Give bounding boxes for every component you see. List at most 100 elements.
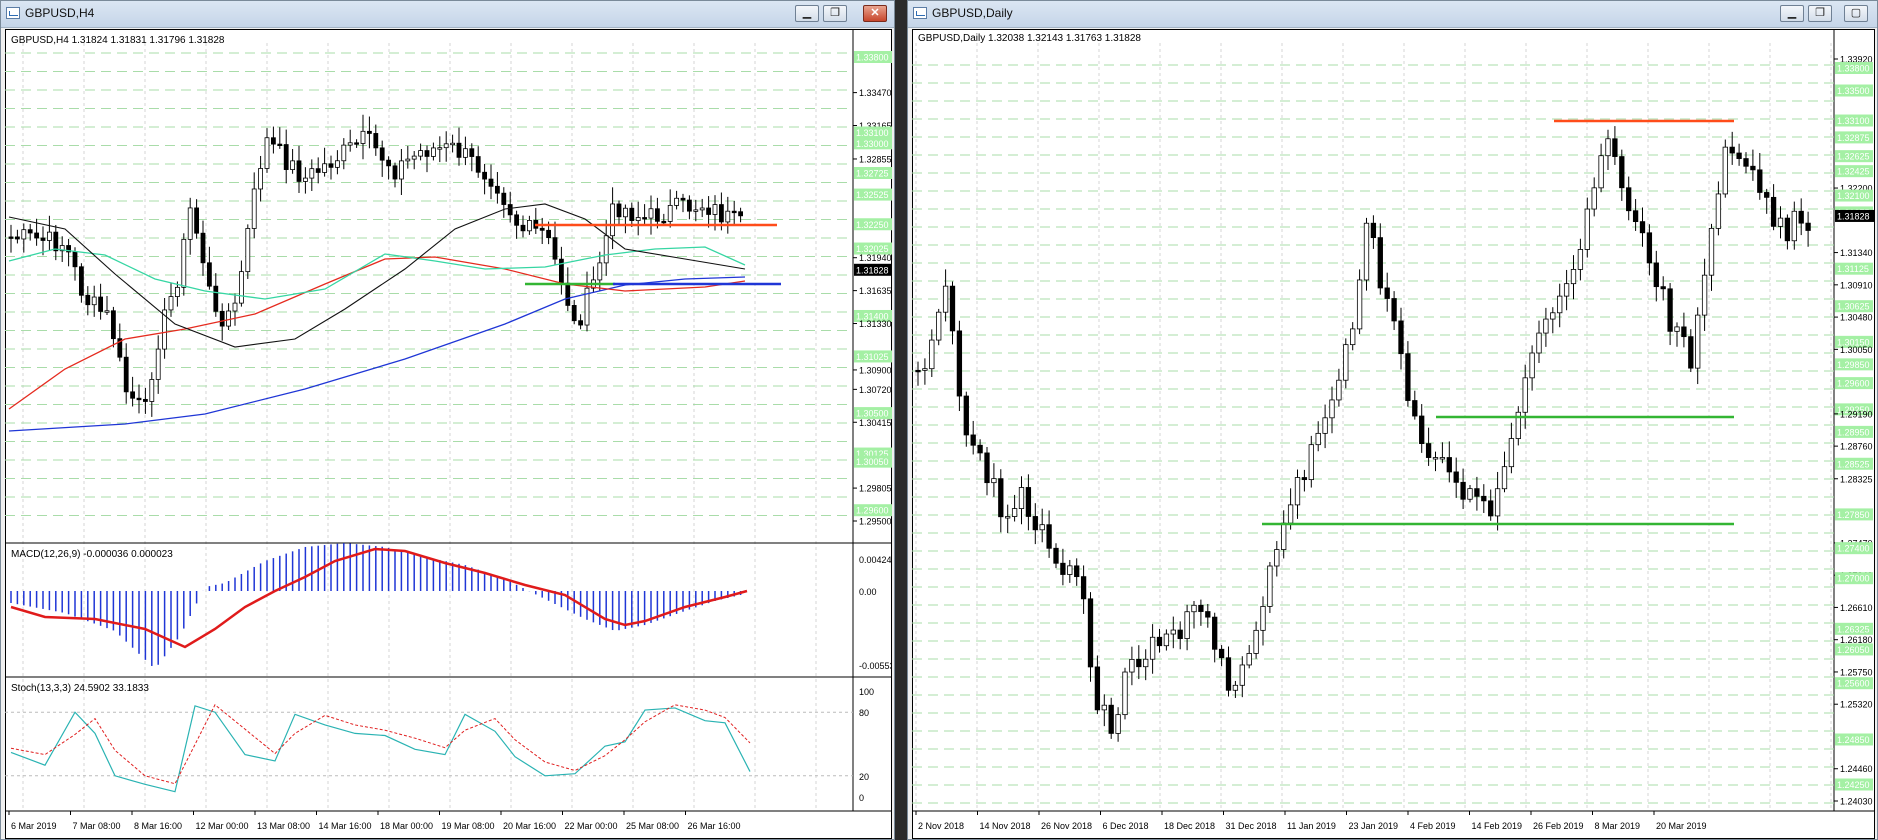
- daily-candle: [1632, 210, 1639, 223]
- h4-candle: [494, 185, 500, 194]
- daily-candle: [1522, 377, 1528, 413]
- daily-time-label: 18 Dec 2018: [1164, 821, 1215, 831]
- daily-candle: [1701, 274, 1708, 316]
- daily-candle: [1239, 664, 1245, 686]
- daily-price-label: 1.28950: [1837, 427, 1870, 437]
- h4-candle: [430, 147, 436, 157]
- daily-candle: [1639, 221, 1646, 234]
- h4-candle: [8, 236, 14, 239]
- h4-time-label: 25 Mar 08:00: [626, 821, 679, 831]
- daily-candle: [1205, 611, 1211, 618]
- h4-candle: [674, 197, 679, 206]
- daily-time-label: 26 Feb 2019: [1533, 821, 1584, 831]
- daily-candle: [1488, 500, 1494, 517]
- daily-price-label: 1.24460: [1840, 764, 1873, 774]
- h4-chart-window[interactable]: GBPUSD,H4 ▁ ❐ ✕ GBPUSD,H4 1.31824 1.3183…: [0, 0, 895, 840]
- h4-candle: [475, 156, 481, 173]
- daily-candle: [1039, 524, 1045, 531]
- h4-chart-header: GBPUSD,H4 1.31824 1.31831 1.31796 1.3182…: [11, 35, 225, 46]
- h4-candle: [469, 148, 475, 157]
- daily-candle: [1115, 714, 1121, 734]
- daily-candle: [1612, 138, 1618, 157]
- h4-time-label: 13 Mar 08:00: [257, 821, 310, 831]
- h4-candle: [322, 163, 328, 173]
- daily-candle: [998, 478, 1004, 518]
- daily-time-label: 26 Nov 2018: [1041, 821, 1092, 831]
- daily-candle: [1784, 217, 1791, 242]
- daily-chart-canvas[interactable]: GBPUSD,Daily 1.32038 1.32143 1.31763 1.3…: [912, 29, 1875, 839]
- daily-price-label: 1.29190: [1840, 409, 1873, 419]
- daily-candle: [1715, 193, 1722, 229]
- daily-chart-area[interactable]: GBPUSD,Daily 1.32038 1.32143 1.31763 1.3…: [912, 29, 1875, 839]
- daily-candle: [1370, 222, 1377, 239]
- daily-candle: [1287, 504, 1294, 524]
- daily-candle: [1274, 549, 1280, 567]
- daily-candle: [1543, 318, 1549, 334]
- maximize-button[interactable]: ▢: [1844, 5, 1868, 22]
- daily-candle: [1225, 657, 1232, 691]
- restore-button[interactable]: ❐: [823, 5, 847, 22]
- h4-candle: [130, 391, 135, 399]
- h4-candle: [405, 158, 411, 162]
- h4-chart-area[interactable]: GBPUSD,H4 1.31824 1.31831 1.31796 1.3182…: [5, 29, 892, 839]
- h4-candle: [597, 262, 603, 281]
- h4-candle: [347, 142, 353, 146]
- daily-price-label: 1.28760: [1840, 442, 1873, 452]
- h4-candle: [85, 294, 91, 306]
- h4-candle: [14, 236, 20, 240]
- h4-candle: [219, 310, 225, 327]
- h4-candle: [488, 178, 494, 187]
- h4-window-title: GBPUSD,H4: [25, 6, 95, 20]
- minimize-button[interactable]: ▁: [1780, 5, 1804, 22]
- h4-candle: [616, 203, 622, 218]
- macd-label-bottom: -0.005533: [859, 661, 892, 671]
- h4-candle: [392, 165, 398, 180]
- daily-candle: [1432, 457, 1439, 460]
- daily-price-label: 1.32625: [1837, 152, 1870, 162]
- h4-candle: [270, 137, 276, 145]
- h4-candle: [398, 160, 404, 180]
- daily-window-titlebar[interactable]: GBPUSD,Daily ▁ ❐ ▢: [908, 1, 1877, 28]
- daily-price-label: 1.26325: [1837, 624, 1870, 634]
- h4-candle: [149, 379, 155, 402]
- h4-candle: [462, 148, 468, 158]
- daily-price-label: 1.24030: [1840, 797, 1873, 807]
- h4-chart-canvas[interactable]: GBPUSD,H4 1.31824 1.31831 1.31796 1.3182…: [5, 29, 892, 839]
- daily-candle: [1805, 222, 1811, 231]
- h4-candle: [559, 258, 564, 284]
- daily-candle: [1777, 217, 1784, 227]
- h4-candle: [411, 155, 417, 160]
- h4-candle: [194, 207, 200, 234]
- daily-candle: [1129, 658, 1135, 673]
- daily-candle: [1570, 268, 1577, 285]
- h4-candle: [610, 203, 615, 237]
- h4-candle: [623, 207, 628, 218]
- daily-window-title: GBPUSD,Daily: [932, 6, 1013, 20]
- h4-candle: [277, 143, 283, 147]
- daily-candle: [1136, 658, 1142, 668]
- daily-price-label: 1.25750: [1840, 667, 1873, 677]
- h4-candle: [283, 144, 289, 170]
- h4-candle: [200, 232, 206, 264]
- restore-button[interactable]: ❐: [1808, 5, 1832, 22]
- daily-price-label: 1.25600: [1837, 679, 1870, 689]
- daily-candle: [1218, 648, 1225, 659]
- daily-candle: [1619, 156, 1625, 189]
- daily-candle: [991, 478, 997, 484]
- daily-chart-header: GBPUSD,Daily 1.32038 1.32143 1.31763 1.3…: [918, 33, 1141, 44]
- daily-chart-window[interactable]: GBPUSD,Daily ▁ ❐ ▢ GBPUSD,Daily 1.32038 …: [907, 0, 1878, 840]
- h4-candle: [443, 143, 449, 149]
- h4-time-label: 12 Mar 00:00: [196, 821, 249, 831]
- h4-candle: [437, 147, 443, 150]
- daily-candle: [1060, 562, 1066, 575]
- close-button[interactable]: ✕: [863, 5, 887, 22]
- daily-candle: [929, 339, 935, 370]
- daily-candle: [1563, 283, 1570, 297]
- h4-window-titlebar[interactable]: GBPUSD,H4 ▁ ❐ ✕: [1, 1, 894, 28]
- minimize-button[interactable]: ▁: [795, 5, 819, 22]
- h4-candle: [507, 204, 513, 216]
- daily-candle: [1308, 444, 1314, 481]
- h4-price-label: 1.32855: [859, 154, 892, 164]
- daily-price-label: 1.31340: [1840, 248, 1873, 258]
- h4-candle: [91, 296, 97, 306]
